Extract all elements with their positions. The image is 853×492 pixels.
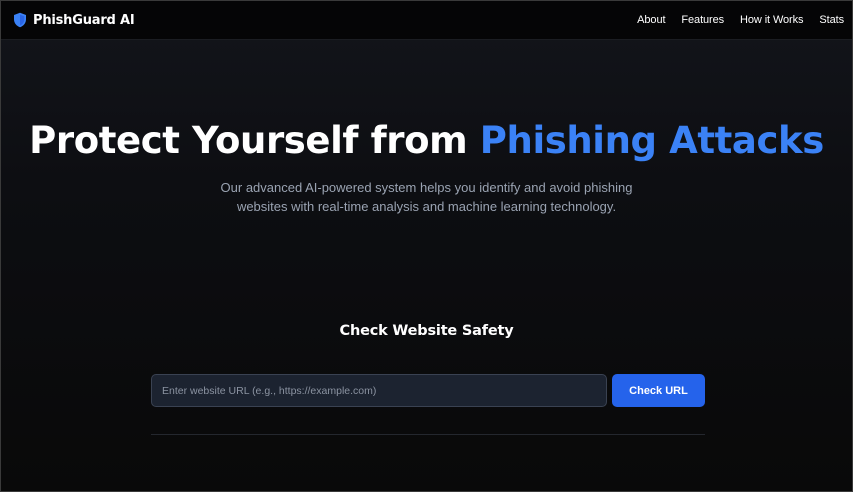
nav-link-about[interactable]: About: [637, 14, 665, 26]
hero-subtitle: Our advanced AI-powered system helps you…: [1, 178, 852, 216]
hero-title-main: Protect Yourself from: [29, 119, 480, 162]
url-input[interactable]: [151, 374, 607, 407]
brand[interactable]: PhishGuard AI: [13, 12, 135, 28]
hero-subtitle-line-1: Our advanced AI-powered system helps you…: [220, 180, 633, 195]
check-url-button[interactable]: Check URL: [612, 374, 705, 407]
section-divider: [151, 434, 705, 435]
shield-icon: [14, 12, 26, 28]
hero-title-accent: Phishing Attacks: [479, 119, 824, 162]
hero-subtitle-line-2: websites with real-time analysis and mac…: [236, 199, 617, 214]
page: PhishGuard AI About Features How it Work…: [0, 0, 853, 492]
nav-link-features[interactable]: Features: [681, 14, 724, 26]
nav-link-how-it-works[interactable]: How it Works: [740, 14, 803, 26]
hero-title: Protect Yourself from Phishing Attacks: [1, 119, 852, 162]
check-section-title: Check Website Safety: [339, 323, 514, 339]
brand-name: PhishGuard AI: [33, 12, 135, 28]
navbar: PhishGuard AI About Features How it Work…: [1, 1, 852, 40]
nav-link-stats[interactable]: Stats: [819, 14, 844, 26]
nav-links: About Features How it Works Stats: [637, 14, 844, 26]
